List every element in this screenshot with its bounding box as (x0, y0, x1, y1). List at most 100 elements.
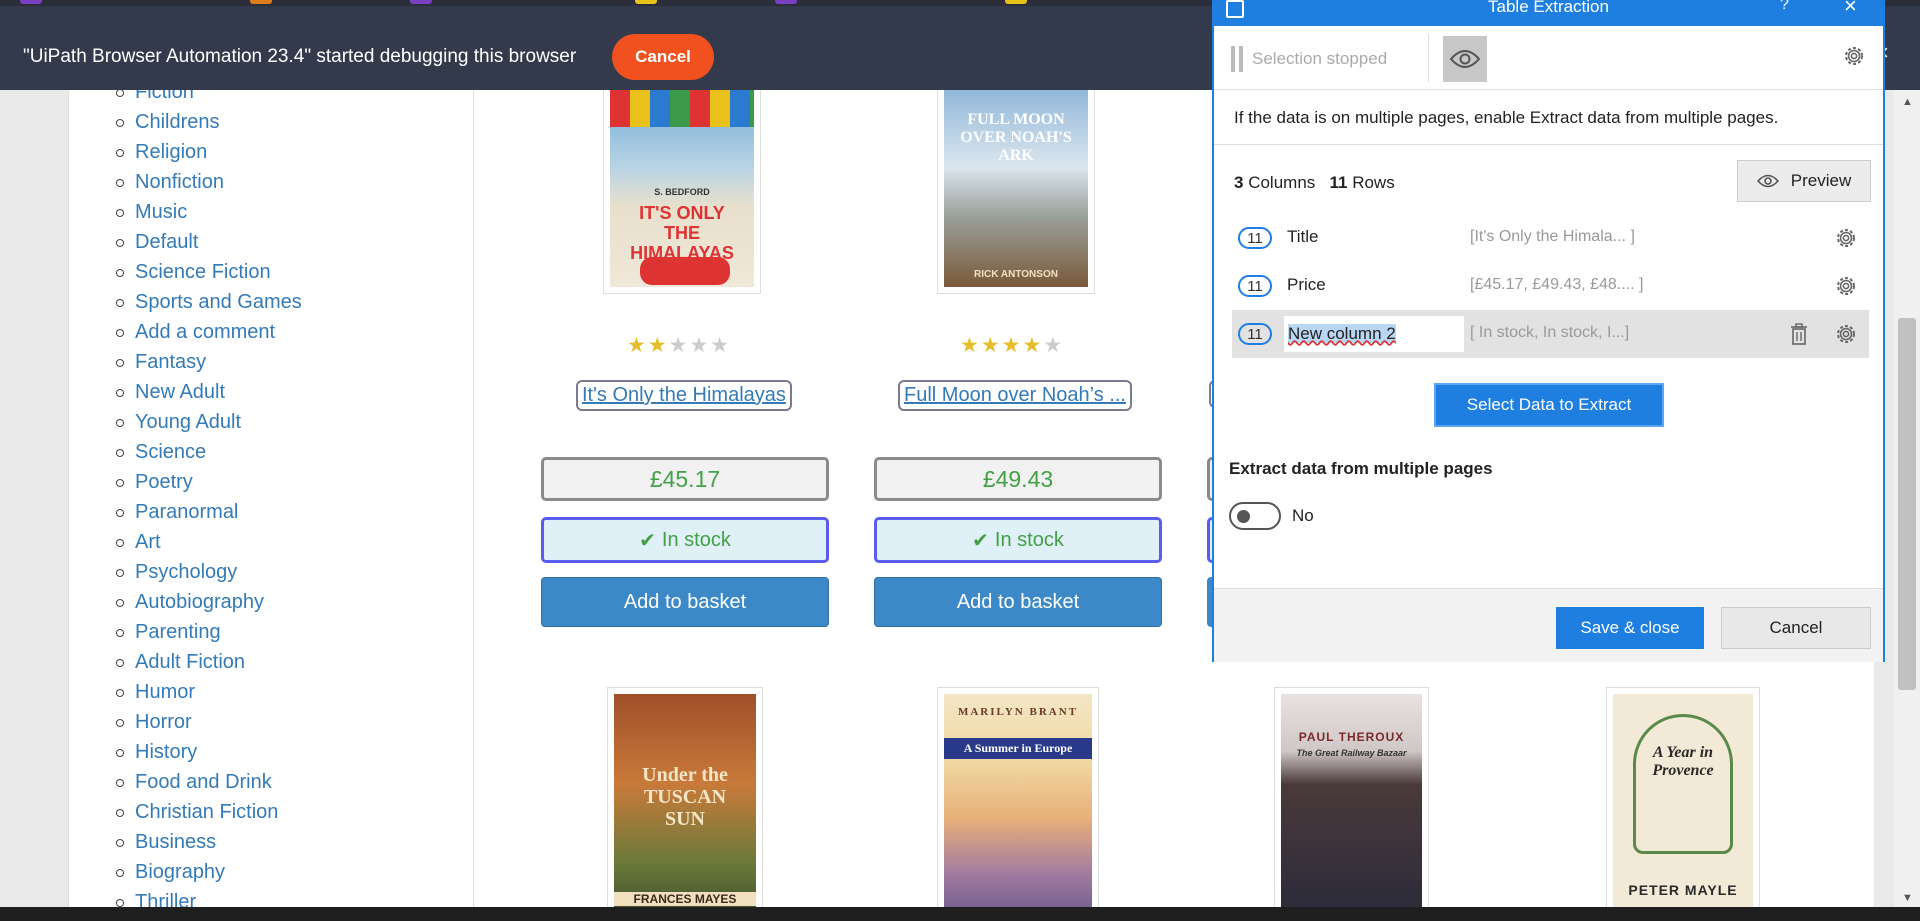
match-count-badge: 11 (1238, 227, 1272, 249)
product-price: £45.17 (541, 457, 829, 501)
check-icon: ✔ (972, 529, 989, 552)
category-link[interactable]: Poetry (69, 467, 302, 497)
toolbar-divider (1428, 34, 1429, 82)
product-title-link[interactable]: It's Only the Himalayas (576, 380, 792, 411)
book-cover-image[interactable]: FULL MOON OVER NOAH'S ARK RICK ANTONSON (937, 90, 1095, 294)
category-link[interactable]: Science (69, 437, 302, 467)
column-settings-gear-icon[interactable] (1834, 322, 1858, 351)
windows-taskbar (0, 907, 1920, 921)
cancel-debugging-button[interactable]: Cancel (612, 34, 714, 80)
add-to-basket-button[interactable]: Add to basket (874, 577, 1162, 627)
pause-selection-icon[interactable] (1231, 46, 1243, 72)
availability-badge: ✔ In stock (874, 517, 1162, 563)
preview-button[interactable]: Preview (1737, 160, 1871, 202)
category-link[interactable]: Add a comment (69, 317, 302, 347)
cover-author: S. BEDFORD (654, 187, 710, 197)
category-link[interactable]: New Adult (69, 377, 302, 407)
column-row[interactable]: 11 Price [£45.17, £49.43, £48.... ] (1232, 262, 1869, 310)
scroll-down-arrow-icon[interactable]: ▼ (1902, 892, 1913, 904)
eye-icon (1756, 174, 1779, 188)
preview-label: Preview (1790, 171, 1852, 190)
category-link[interactable]: Parenting (69, 617, 302, 647)
star-rating: ★★★★★ (960, 334, 1065, 357)
scrollbar-thumb[interactable] (1898, 318, 1916, 690)
tab-favicon[interactable] (20, 0, 42, 4)
product-title-link[interactable]: Full Moon over Noah’s ... (898, 380, 1132, 411)
save-and-close-button[interactable]: Save & close (1556, 607, 1704, 649)
category-link[interactable]: Psychology (69, 557, 302, 587)
column-name[interactable]: Price (1287, 275, 1326, 295)
column-row[interactable]: 11 Title [It's Only the Himala... ] (1232, 214, 1869, 262)
delete-column-trash-icon[interactable] (1788, 322, 1810, 351)
category-sidebar: Fiction Childrens Religion Nonfiction Mu… (68, 90, 474, 910)
category-link[interactable]: Paranormal (69, 497, 302, 527)
dialog-toolbar: Selection stopped (1214, 26, 1883, 90)
tab-favicon[interactable] (1005, 0, 1027, 4)
category-link[interactable]: Art (69, 527, 302, 557)
toggle-knob (1237, 510, 1250, 523)
book-cover-image[interactable]: S. BEDFORD IT'S ONLY THE HIMALAYAS (603, 90, 761, 294)
tab-favicon[interactable] (250, 0, 272, 4)
column-name[interactable]: Title (1287, 227, 1319, 247)
column-name-input[interactable]: New column 2 (1284, 316, 1464, 352)
category-link[interactable]: Young Adult (69, 407, 302, 437)
select-data-to-extract-button[interactable]: Select Data to Extract (1434, 383, 1664, 427)
category-link[interactable]: Science Fiction (69, 257, 302, 287)
dialog-title-bar: Table Extraction ? × (1214, 0, 1883, 26)
table-extraction-dialog: Table Extraction ? × Selection stopped I… (1212, 0, 1885, 662)
settings-gear-icon[interactable] (1842, 44, 1866, 73)
availability-badge: ✔ In stock (541, 517, 829, 563)
book-cover-image[interactable]: A Year in Provence PETER MAYLE (1606, 687, 1760, 910)
close-icon[interactable]: × (1844, 0, 1857, 19)
cover-title: The Great Railway Bazaar (1296, 748, 1407, 758)
category-link[interactable]: Fiction (69, 90, 302, 107)
column-settings-gear-icon[interactable] (1834, 274, 1858, 303)
book-cover-image[interactable]: MARILYN BRANT A Summer in Europe (937, 687, 1099, 910)
help-icon[interactable]: ? (1780, 0, 1789, 14)
category-link[interactable]: Default (69, 227, 302, 257)
book-cover-image[interactable]: PAUL THEROUX The Great Railway Bazaar (1274, 687, 1429, 910)
category-link[interactable]: Adult Fiction (69, 647, 302, 677)
category-link[interactable]: Nonfiction (69, 167, 302, 197)
rows-label: Rows (1352, 173, 1395, 192)
dialog-footer: Save & close Cancel (1214, 588, 1883, 662)
toggle-value-label: No (1292, 506, 1314, 525)
cover-author: FRANCES MAYES (614, 892, 756, 906)
category-link[interactable]: Business (69, 827, 302, 857)
multi-pages-toggle[interactable] (1229, 502, 1281, 530)
cover-author: RICK ANTONSON (974, 269, 1058, 280)
page-scrollbar[interactable]: ▲ ▼ (1894, 90, 1920, 910)
cancel-button[interactable]: Cancel (1721, 607, 1871, 649)
scroll-up-arrow-icon[interactable]: ▲ (1902, 96, 1913, 108)
category-link[interactable]: Horror (69, 707, 302, 737)
tab-favicon[interactable] (775, 0, 797, 4)
category-link[interactable]: Autobiography (69, 587, 302, 617)
add-to-basket-button[interactable]: Add to basket (541, 577, 829, 627)
category-link[interactable]: Food and Drink (69, 767, 302, 797)
book-cover-image[interactable]: Under the TUSCAN SUN FRANCES MAYES (607, 687, 763, 910)
category-link[interactable]: History (69, 737, 302, 767)
category-link[interactable]: Christian Fiction (69, 797, 302, 827)
column-row-selected[interactable]: 11 New column 2 [ In stock, In stock, I.… (1232, 310, 1869, 358)
debugging-message: "UiPath Browser Automation 23.4" started… (23, 46, 577, 67)
category-link[interactable]: Fantasy (69, 347, 302, 377)
category-link[interactable]: Biography (69, 857, 302, 887)
category-link[interactable]: Music (69, 197, 302, 227)
category-link[interactable]: Humor (69, 677, 302, 707)
tab-favicon[interactable] (635, 0, 657, 4)
category-link[interactable]: Sports and Games (69, 287, 302, 317)
table-summary: 3 Columns 11 Rows (1234, 173, 1395, 193)
category-link[interactable]: Religion (69, 137, 302, 167)
selection-status: Selection stopped (1252, 49, 1388, 68)
column-name-text: New column 2 (1288, 324, 1396, 343)
show-highlight-button[interactable] (1443, 36, 1487, 82)
tab-favicon[interactable] (410, 0, 432, 4)
match-count-badge: 11 (1238, 275, 1272, 297)
column-settings-gear-icon[interactable] (1834, 226, 1858, 255)
category-link[interactable]: Childrens (69, 107, 302, 137)
star-rating: ★★★★★ (627, 334, 732, 357)
availability-text: In stock (994, 528, 1064, 551)
category-list: Fiction Childrens Religion Nonfiction Mu… (69, 90, 302, 910)
cover-author: PAUL THEROUX (1298, 730, 1405, 744)
availability-text: In stock (661, 528, 731, 551)
